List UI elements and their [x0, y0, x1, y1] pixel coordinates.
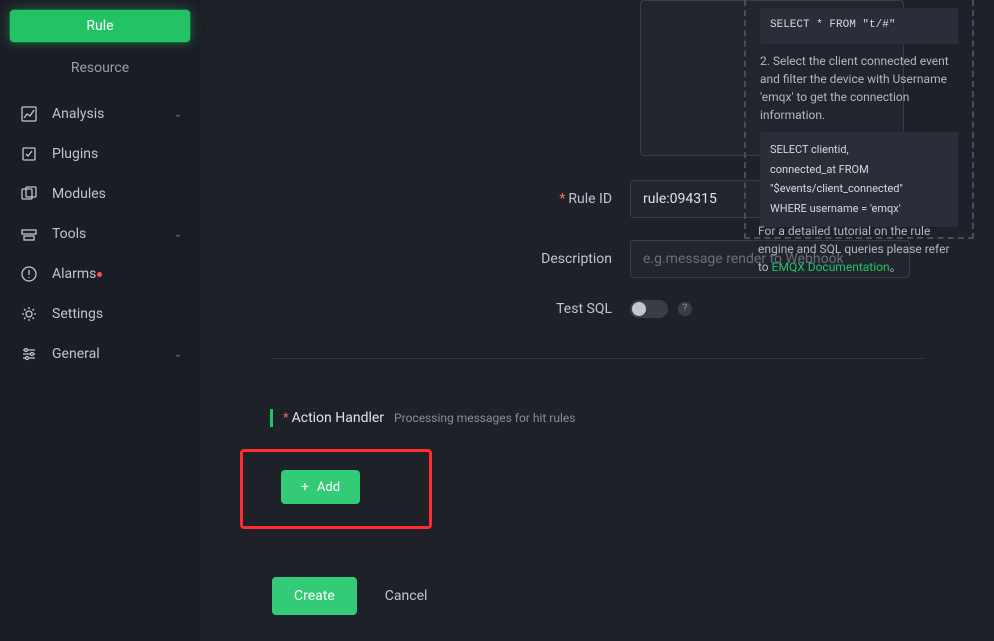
- examples-footer: For a detailed tutorial on the rule engi…: [744, 222, 974, 276]
- sidebar-item-alarms[interactable]: Alarms: [0, 254, 200, 294]
- modules-icon: [20, 186, 38, 202]
- action-handler-header: * Action Handler Processing messages for…: [240, 409, 994, 427]
- examples-panel: SELECT * FROM "t/#" 2. Select the client…: [744, 0, 974, 239]
- add-action-button[interactable]: + Add: [281, 470, 360, 504]
- bottom-buttons: Create Cancel: [240, 577, 994, 615]
- sidebar-item-label: General: [52, 346, 100, 362]
- sidebar-item-modules[interactable]: Modules: [0, 174, 200, 214]
- red-highlight-box: + Add: [240, 449, 432, 529]
- test-sql-toggle[interactable]: [630, 300, 668, 318]
- required-star-icon: *: [559, 191, 565, 207]
- add-button-label: Add: [317, 480, 340, 495]
- code-example-1: SELECT * FROM "t/#": [760, 8, 958, 44]
- green-bar-icon: [270, 409, 273, 427]
- plus-icon: +: [301, 479, 309, 495]
- settings-icon: [20, 306, 38, 322]
- code-example-2: SELECT clientid, connected_at FROM "$eve…: [760, 132, 958, 227]
- sidebar-item-label: Alarms: [52, 266, 96, 282]
- sidebar-item-label: Modules: [52, 186, 106, 202]
- tools-icon: [20, 226, 38, 242]
- sidebar-item-analysis[interactable]: Analysis ⌄: [0, 94, 200, 134]
- required-star-icon: *: [283, 411, 289, 426]
- sidebar-item-tools[interactable]: Tools ⌄: [0, 214, 200, 254]
- rule-id-label: *Rule ID: [240, 191, 630, 207]
- chevron-down-icon: ⌄: [174, 349, 182, 360]
- alarms-icon: [20, 266, 38, 282]
- sidebar-item-plugins[interactable]: Plugins: [0, 134, 200, 174]
- sidebar-item-label: Plugins: [52, 146, 98, 162]
- description-label: Description: [240, 251, 630, 267]
- general-icon: [20, 346, 38, 362]
- sidebar-item-resource[interactable]: Resource: [0, 52, 200, 84]
- alarm-dot-icon: [97, 272, 102, 277]
- sidebar-item-rule[interactable]: Rule: [10, 10, 190, 42]
- cancel-button[interactable]: Cancel: [385, 588, 428, 604]
- chevron-down-icon: ⌄: [174, 229, 182, 240]
- main-content: *Rule ID Description Test SQL ? * Action…: [200, 0, 994, 641]
- form-row-test-sql: Test SQL ?: [240, 300, 994, 318]
- help-icon[interactable]: ?: [678, 302, 692, 316]
- sidebar-item-settings[interactable]: Settings: [0, 294, 200, 334]
- analysis-icon: [20, 106, 38, 122]
- docs-link[interactable]: EMQX Documentation: [772, 260, 890, 274]
- divider: [272, 358, 924, 359]
- sidebar-item-label: Tools: [52, 226, 86, 242]
- plugins-icon: [20, 146, 38, 162]
- example-text-2: 2. Select the client connected event and…: [760, 52, 958, 124]
- sidebar: Rule Resource Analysis ⌄ Plugins Modules…: [0, 0, 200, 641]
- create-button[interactable]: Create: [272, 577, 357, 615]
- chevron-down-icon: ⌄: [174, 109, 182, 120]
- test-sql-label: Test SQL: [240, 301, 630, 317]
- sidebar-item-general[interactable]: General ⌄: [0, 334, 200, 374]
- sidebar-item-label: Analysis: [52, 106, 104, 122]
- sidebar-item-label: Settings: [52, 306, 103, 322]
- action-handler-title: Action Handler: [292, 410, 384, 426]
- action-handler-subtitle: Processing messages for hit rules: [394, 411, 575, 425]
